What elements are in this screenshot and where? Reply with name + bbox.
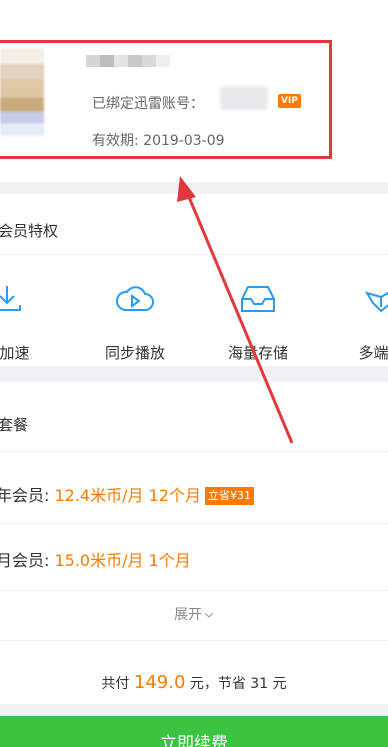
annotation-highlight-box <box>0 40 332 159</box>
divider <box>0 523 388 524</box>
package-option-yearly[interactable]: 年会员: 12.4米币/月 12个月 立省¥31 <box>0 482 254 506</box>
divider <box>0 590 388 591</box>
package-option-monthly[interactable]: 月会员: 15.0米币/月 1个月 <box>0 547 191 571</box>
multi-device-icon <box>364 291 388 313</box>
divider <box>0 640 388 641</box>
divider <box>0 254 388 255</box>
chevron-down-icon <box>204 612 214 618</box>
total-suffix: 元，节省 31 元 <box>185 676 287 692</box>
play-icon <box>116 286 154 311</box>
privilege-label: 同步播放 <box>104 344 165 362</box>
expand-toggle[interactable]: 展开 <box>0 604 388 624</box>
privilege-label: 海量存储 <box>227 344 288 362</box>
expand-label: 展开 <box>174 607 202 623</box>
package-price: 12.4米币/月 12个月 <box>54 486 201 505</box>
privileges-section <box>0 194 388 366</box>
total-summary: 共付 149.0 元，节省 31 元 <box>0 672 388 693</box>
privileges-title: 会员特权 <box>0 222 59 240</box>
packages-section <box>0 382 388 704</box>
privilege-label: 多端文 <box>358 344 388 362</box>
renew-button[interactable]: 立即续费 <box>0 716 388 747</box>
total-prefix: 共付 <box>101 676 134 692</box>
package-name: 年会员: <box>0 486 55 505</box>
package-price: 15.0米币/月 1个月 <box>54 551 191 570</box>
savings-badge: 立省¥31 <box>204 487 254 505</box>
account-card: 已绑定迅雷账号： VIP 有效期: 2019-03-09 <box>0 0 388 182</box>
divider <box>0 451 388 452</box>
download-icon <box>0 286 21 311</box>
storage-icon <box>241 286 275 312</box>
total-amount: 149.0 <box>133 672 186 693</box>
package-name: 月会员: <box>0 551 55 570</box>
privilege-label: 载加速 <box>0 344 30 362</box>
packages-title: 套餐 <box>0 416 29 434</box>
